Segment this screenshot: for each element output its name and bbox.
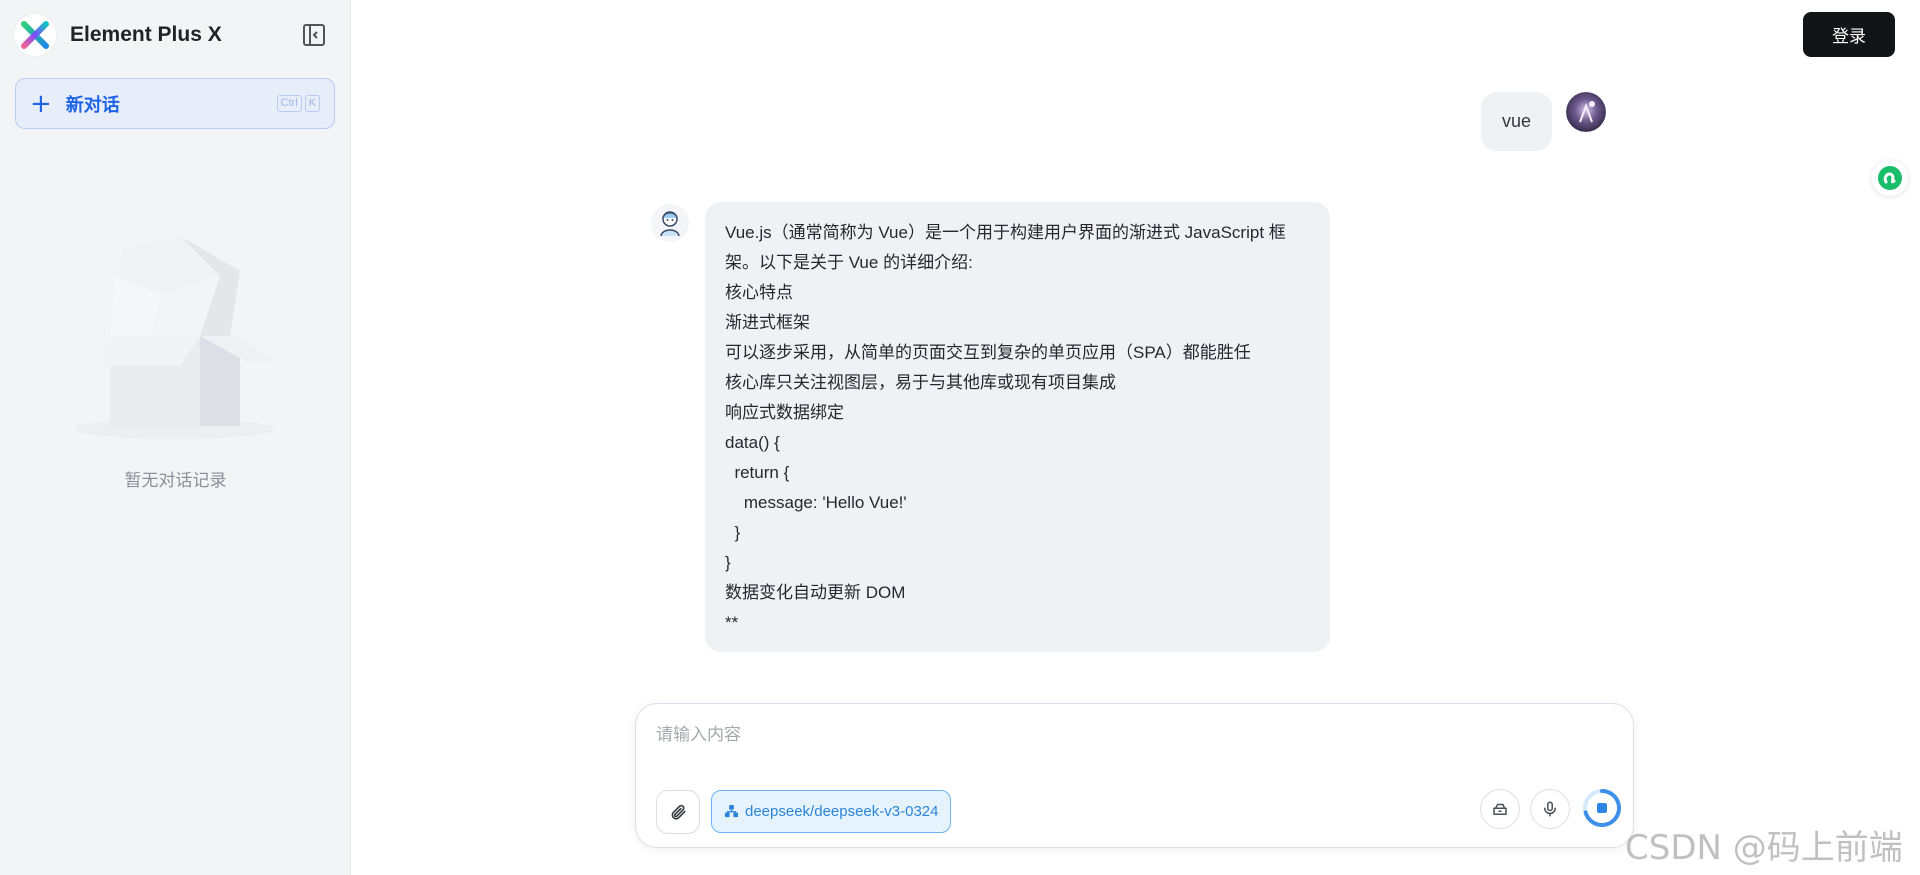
watermark-text: CSDN @码上前端 [1625,828,1903,868]
model-name: deepseek/deepseek-v3-0324 [745,803,939,820]
new-chat-button[interactable]: + 新对话 Ctrl K [15,78,335,129]
assistant-float-icon[interactable] [1872,160,1908,196]
new-chat-label: 新对话 [65,94,120,116]
composer: deepseek/deepseek-v3-0324 [635,703,1634,848]
paperclip-icon [671,804,686,820]
brand: Element Plus X [14,14,222,56]
ai-message-line: ** [725,613,739,632]
login-button[interactable]: 登录 [1803,12,1895,57]
ai-message-bubble: Vue.js（通常简称为 Vue）是一个用于构建用户界面的渐进式 JavaScr… [705,202,1330,652]
loading-stop-icon [1583,789,1622,827]
ai-message-line: return { [725,463,790,482]
ai-message-line: data() { [725,433,780,452]
shortcut-key-k: K [304,95,320,112]
brand-logo-icon [14,14,56,56]
microphone-icon [1544,801,1556,817]
ai-message-line: 响应式数据绑定 [725,403,844,422]
sidebar-collapse-icon [303,24,325,46]
ai-message-line: 核心库只关注视图层，易于与其他库或现有项目集成 [725,373,1116,392]
plus-icon: + [30,88,52,119]
user-avatar [1566,92,1606,132]
shortcut-hint: Ctrl K [276,95,320,112]
stop-generation-button[interactable] [1580,786,1624,830]
empty-history-text: 暂无对话记录 [124,471,227,491]
message-input[interactable] [654,720,1604,750]
empty-box-icon [70,236,280,446]
ai-message-line: Vue.js（通常简称为 Vue）是一个用于构建用户界面的渐进式 JavaScr… [725,223,1286,242]
model-selector[interactable]: deepseek/deepseek-v3-0324 [711,790,952,833]
ai-message-line: 核心特点 [725,283,793,302]
model-cluster-icon [724,804,739,819]
voice-input-button[interactable] [1530,789,1570,829]
ai-message-line: } [725,523,741,542]
brand-title: Element Plus X [70,23,222,46]
ai-message-line: 架。以下是关于 Vue 的详细介绍: [725,253,973,272]
tool-button[interactable] [1480,789,1520,829]
toolbox-icon [1493,803,1507,815]
ai-message-line: } [725,553,731,572]
attach-button[interactable] [656,790,700,834]
sidebar: Element Plus X + 新对话 Ctrl K 暂无对话记录 [0,0,351,875]
ai-message-line: 数据变化自动更新 DOM [725,583,906,602]
ai-message-line: message: 'Hello Vue!' [725,493,907,512]
collapse-sidebar-button[interactable] [300,21,328,49]
ai-message-line: 可以逐步采用，从简单的页面交互到复杂的单页应用（SPA）都能胜任 [725,343,1251,362]
assistant-avatar-icon [660,211,680,237]
ai-avatar [651,204,689,242]
ai-message-line: 渐进式框架 [725,313,810,332]
shortcut-key-ctrl: Ctrl [276,95,302,112]
user-message-bubble: vue [1481,92,1552,151]
